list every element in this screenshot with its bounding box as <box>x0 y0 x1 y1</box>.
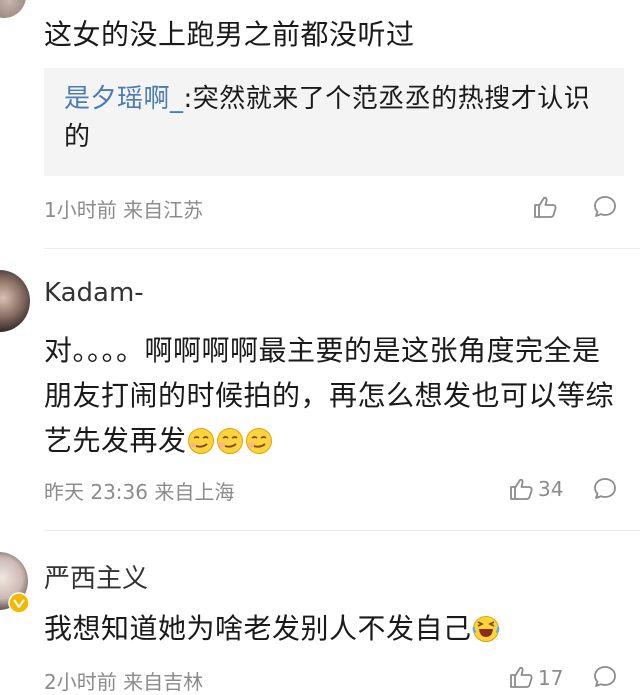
username[interactable]: 严西主义 <box>44 558 148 595</box>
comment-text: 对。。。。啊啊啊啊最主要的是这张角度完全是朋友打闹的时候拍的，再怎么想发也可以等… <box>44 334 615 457</box>
comment-meta: 2小时前 来自吉林 <box>44 670 204 694</box>
smirk-emoji <box>187 424 274 457</box>
comment-meta: 昨天 23:36 来自上海 <box>44 480 235 504</box>
comment-bubble-icon[interactable] <box>592 476 618 502</box>
like-count: 17 <box>538 666 564 690</box>
thumbs-up-icon[interactable] <box>508 664 534 690</box>
comment-meta: 1小时前 来自江苏 <box>44 198 204 222</box>
divider <box>44 530 640 531</box>
comment-text: 我想知道她为啥老发别人不发自己 <box>44 606 624 651</box>
reply-preview[interactable]: 是夕瑶啊_:突然就来了个范丞丞的热搜才认识的 <box>44 68 624 176</box>
laughing-emoji <box>472 612 501 645</box>
verified-badge <box>8 592 30 614</box>
divider <box>44 248 640 249</box>
comment-bubble-icon[interactable] <box>592 664 618 690</box>
thumbs-up-icon[interactable] <box>532 194 558 220</box>
like-count: 34 <box>538 477 564 501</box>
thumbs-up-icon[interactable] <box>508 476 534 502</box>
avatar[interactable] <box>0 270 30 332</box>
avatar[interactable] <box>0 0 26 18</box>
reply-username[interactable]: 是夕瑶啊_ <box>64 84 184 114</box>
comment-bubble-icon[interactable] <box>592 194 618 220</box>
username[interactable]: Kadam- <box>44 278 144 308</box>
comment-text: 这女的没上跑男之前都没听过 <box>44 18 415 51</box>
reply-text: 是夕瑶啊_:突然就来了个范丞丞的热搜才认识的 <box>64 80 604 156</box>
